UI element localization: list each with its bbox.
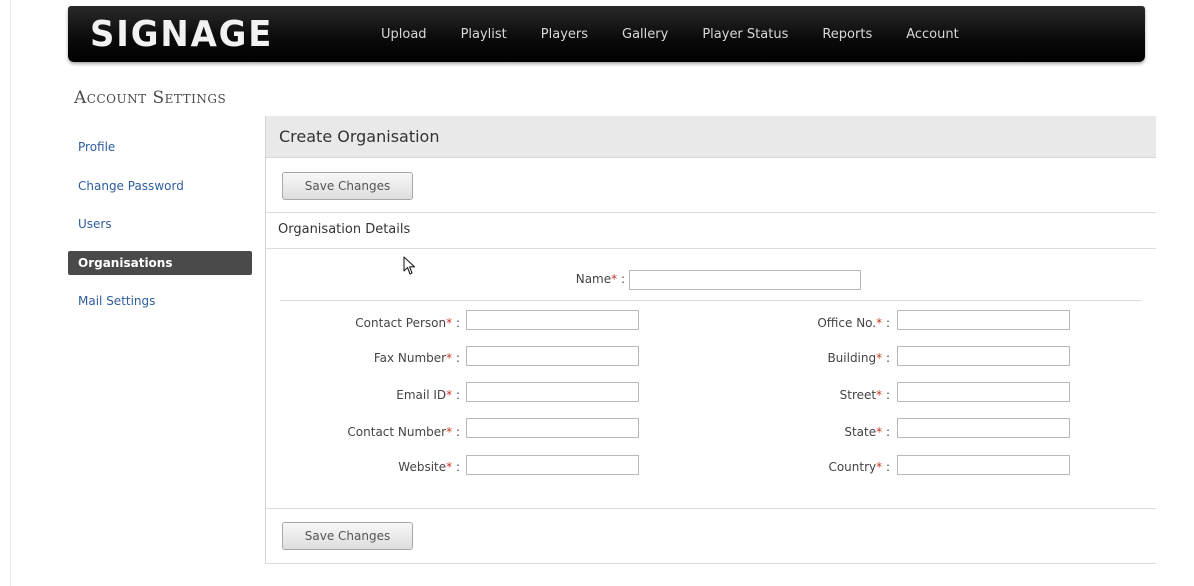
label-separator: :	[620, 272, 625, 286]
field-label-text: Building	[827, 351, 877, 365]
label-separator: :	[885, 316, 890, 330]
label-separator: :	[885, 425, 890, 439]
field-label-text: Office No.	[817, 316, 877, 330]
main-nav: Upload Playlist Players Gallery Player S…	[368, 6, 993, 62]
label-separator: :	[885, 351, 890, 365]
state-input[interactable]	[897, 418, 1070, 438]
field-label-text: Contact Number	[347, 425, 447, 439]
field-label-text: Contact Person	[355, 316, 447, 330]
street-label: Street* :	[840, 388, 890, 402]
divider	[266, 212, 1156, 213]
country-input[interactable]	[897, 455, 1070, 475]
nav-upload[interactable]: Upload	[381, 27, 427, 42]
required-mark: *	[876, 316, 883, 330]
divider	[280, 300, 1142, 301]
contact-number-input[interactable]	[466, 418, 639, 438]
field-label-text: Name	[575, 272, 612, 286]
field-label-text: Country	[828, 460, 877, 474]
nav-players[interactable]: Players	[541, 27, 588, 42]
panel-header: Create Organisation	[266, 116, 1156, 158]
field-label-text: Street	[839, 388, 877, 402]
settings-sidebar: Profile Change Password Users Organisati…	[68, 128, 252, 321]
divider	[266, 248, 1156, 249]
email-id-input[interactable]	[466, 382, 639, 402]
field-label-text: Website	[398, 460, 447, 474]
label-separator: :	[455, 388, 460, 402]
nav-player-status[interactable]: Player Status	[702, 27, 788, 42]
contact-person-input[interactable]	[466, 310, 639, 330]
page-left-border	[10, 0, 11, 586]
sidebar-item-profile[interactable]: Profile	[68, 128, 252, 167]
label-separator: :	[455, 351, 460, 365]
required-mark: *	[446, 316, 453, 330]
required-mark: *	[876, 388, 883, 402]
sidebar-item-change-password[interactable]: Change Password	[68, 167, 252, 206]
nav-reports[interactable]: Reports	[822, 27, 872, 42]
create-organisation-panel: Create Organisation Save Changes Organis…	[265, 116, 1156, 564]
divider	[266, 508, 1156, 509]
field-label-text: Email ID	[396, 388, 447, 402]
name-label: Name* :	[576, 272, 625, 286]
contact-person-label: Contact Person* :	[355, 316, 460, 330]
label-separator: :	[455, 316, 460, 330]
required-mark: *	[446, 460, 453, 474]
sidebar-item-mail-settings[interactable]: Mail Settings	[68, 282, 252, 321]
label-separator: :	[455, 460, 460, 474]
building-label: Building* :	[827, 351, 890, 365]
top-navigation-bar: SIGNAGE Upload Playlist Players Gallery …	[68, 6, 1145, 62]
label-separator: :	[885, 388, 890, 402]
required-mark: *	[446, 351, 453, 365]
app-logo[interactable]: SIGNAGE	[90, 14, 273, 55]
building-input[interactable]	[897, 346, 1070, 366]
label-separator: :	[455, 425, 460, 439]
fax-number-input[interactable]	[466, 346, 639, 366]
required-mark: *	[611, 272, 618, 286]
nav-gallery[interactable]: Gallery	[622, 27, 668, 42]
website-input[interactable]	[466, 455, 639, 475]
email-id-label: Email ID* :	[396, 388, 460, 402]
office-no-input[interactable]	[897, 310, 1070, 330]
sidebar-item-users[interactable]: Users	[68, 205, 252, 244]
page-title: Account Settings	[74, 88, 227, 108]
website-label: Website* :	[398, 460, 460, 474]
save-changes-button-bottom[interactable]: Save Changes	[282, 522, 413, 550]
street-input[interactable]	[897, 382, 1070, 402]
required-mark: *	[446, 388, 453, 402]
label-separator: :	[885, 460, 890, 474]
office-no-label: Office No.* :	[817, 316, 890, 330]
section-title: Organisation Details	[278, 222, 411, 237]
required-mark: *	[876, 425, 883, 439]
fax-number-label: Fax Number* :	[374, 351, 460, 365]
field-label-text: Fax Number	[373, 351, 447, 365]
save-changes-button-top[interactable]: Save Changes	[282, 172, 413, 200]
country-label: Country* :	[828, 460, 890, 474]
mouse-cursor-icon	[403, 256, 416, 275]
sidebar-item-organisations[interactable]: Organisations	[68, 250, 252, 275]
required-mark: *	[446, 425, 453, 439]
nav-account[interactable]: Account	[906, 27, 959, 42]
required-mark: *	[876, 460, 883, 474]
state-label: State* :	[844, 425, 890, 439]
contact-number-label: Contact Number* :	[347, 425, 460, 439]
field-label-text: State	[844, 425, 877, 439]
divider	[266, 563, 1156, 564]
name-input[interactable]	[629, 270, 861, 290]
nav-playlist[interactable]: Playlist	[461, 27, 507, 42]
required-mark: *	[876, 351, 883, 365]
